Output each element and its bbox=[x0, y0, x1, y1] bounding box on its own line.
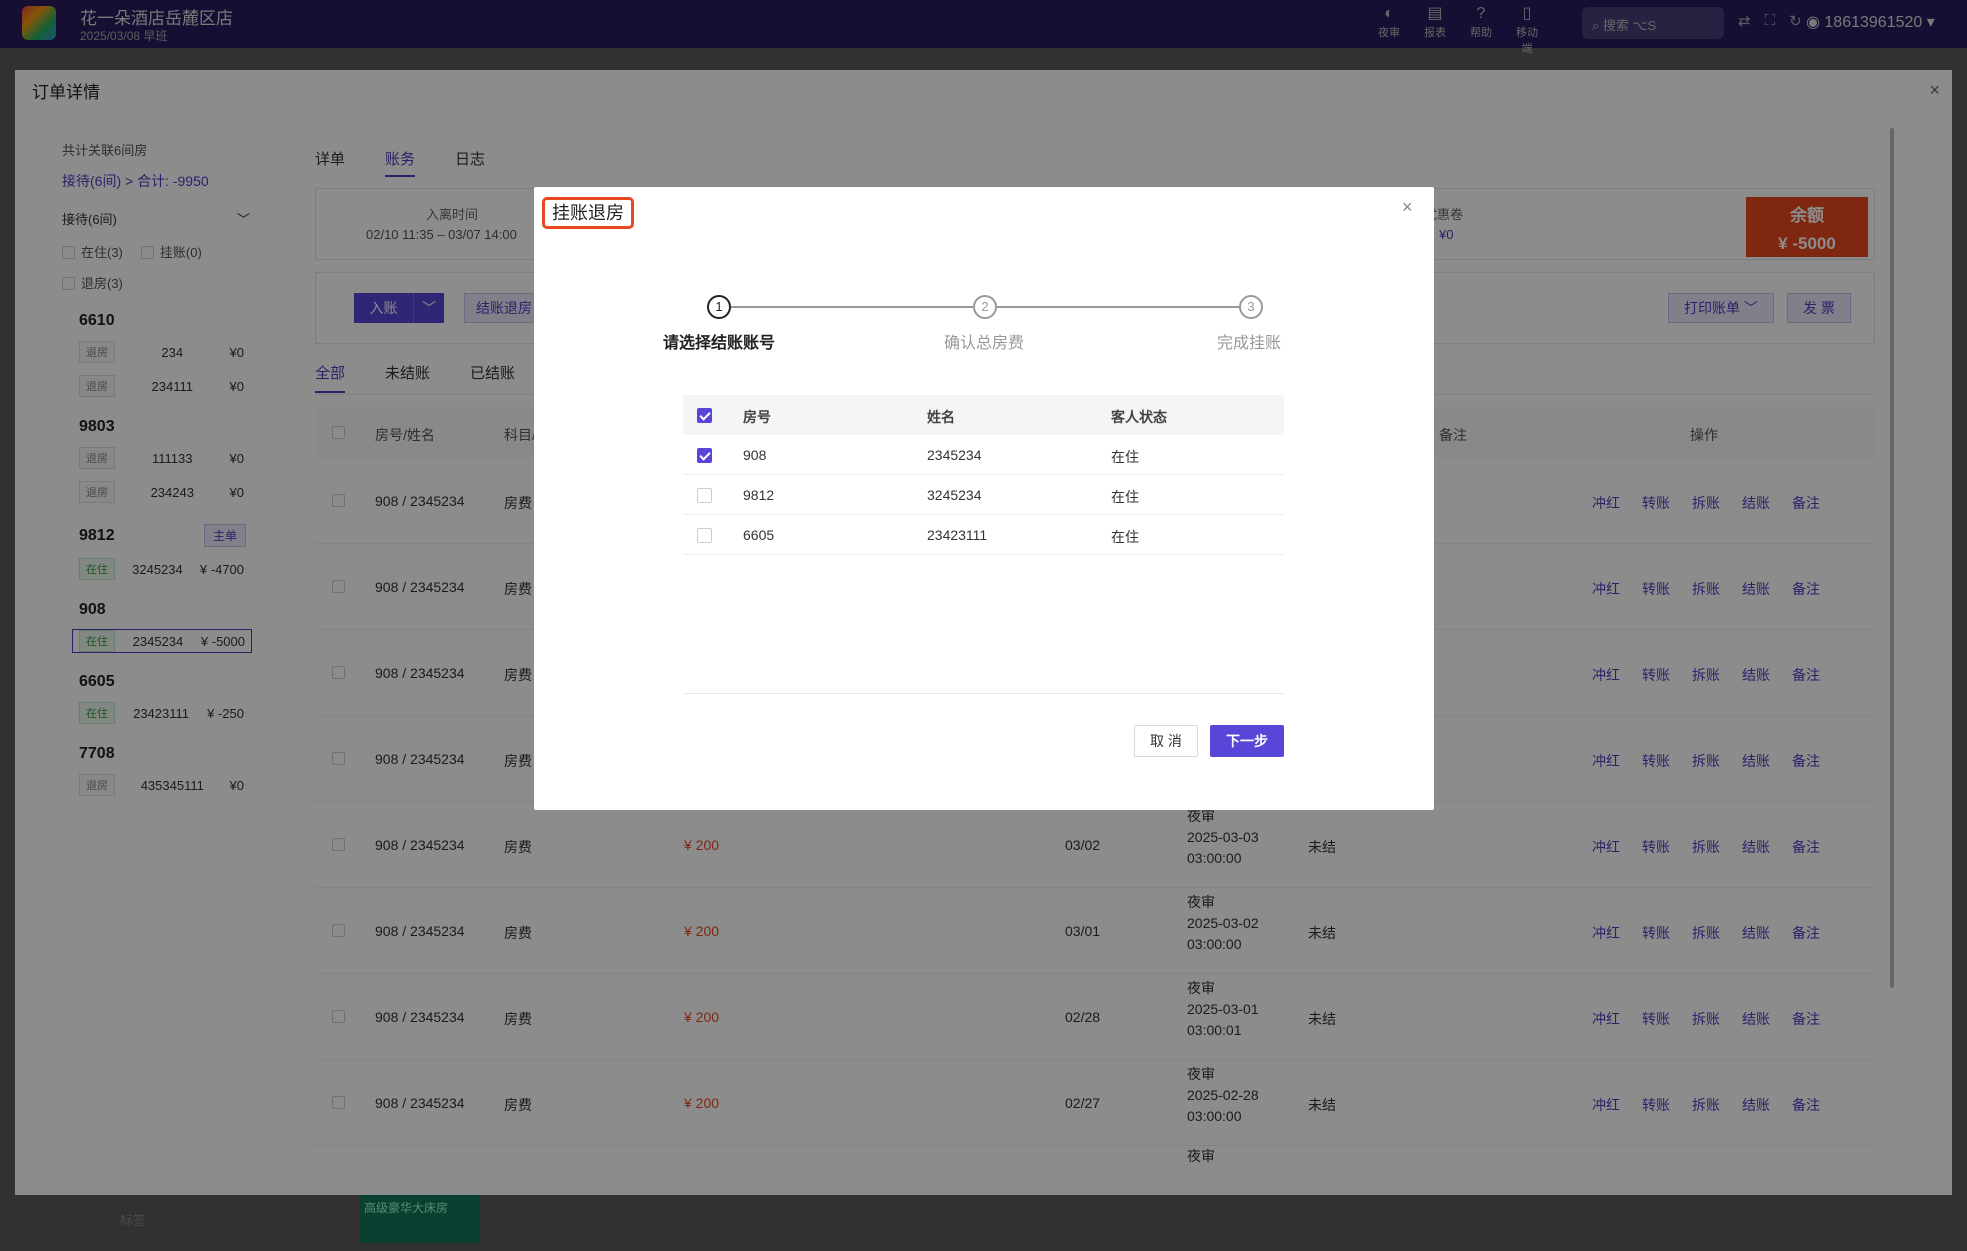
hang-checkout-dialog: 挂账退房 × 1 2 3 请选择结账账号 确认总房费 完成挂账 房号 姓名 客人… bbox=[534, 187, 1434, 810]
row-checkbox[interactable] bbox=[697, 488, 712, 503]
step-2-label: 确认总房费 bbox=[944, 335, 1025, 352]
step-1-label: 请选择结账账号 bbox=[663, 335, 776, 352]
table-row[interactable]: 908 2345234 在住 bbox=[683, 435, 1284, 475]
row-checkbox[interactable] bbox=[697, 528, 712, 543]
next-button[interactable]: 下一步 bbox=[1210, 725, 1284, 757]
row-checkbox[interactable] bbox=[697, 448, 712, 463]
account-table: 房号 姓名 客人状态 908 2345234 在住 9812 3245234 在… bbox=[683, 395, 1284, 555]
table-row[interactable]: 6605 23423111 在住 bbox=[683, 515, 1284, 555]
step-2-icon: 2 bbox=[973, 295, 997, 319]
dialog-title: 挂账退房 bbox=[542, 197, 634, 229]
step-3-label: 完成挂账 bbox=[1217, 335, 1282, 352]
cancel-button[interactable]: 取 消 bbox=[1134, 725, 1198, 757]
table-row[interactable]: 9812 3245234 在住 bbox=[683, 475, 1284, 515]
table-header: 房号 姓名 客人状态 bbox=[683, 395, 1284, 435]
step-1-icon: 1 bbox=[707, 295, 731, 319]
close-icon[interactable]: × bbox=[1402, 197, 1413, 218]
stepper: 1 2 3 请选择结账账号 确认总房费 完成挂账 bbox=[534, 295, 1434, 355]
step-3-icon: 3 bbox=[1239, 295, 1263, 319]
select-all-checkbox[interactable] bbox=[697, 408, 712, 423]
